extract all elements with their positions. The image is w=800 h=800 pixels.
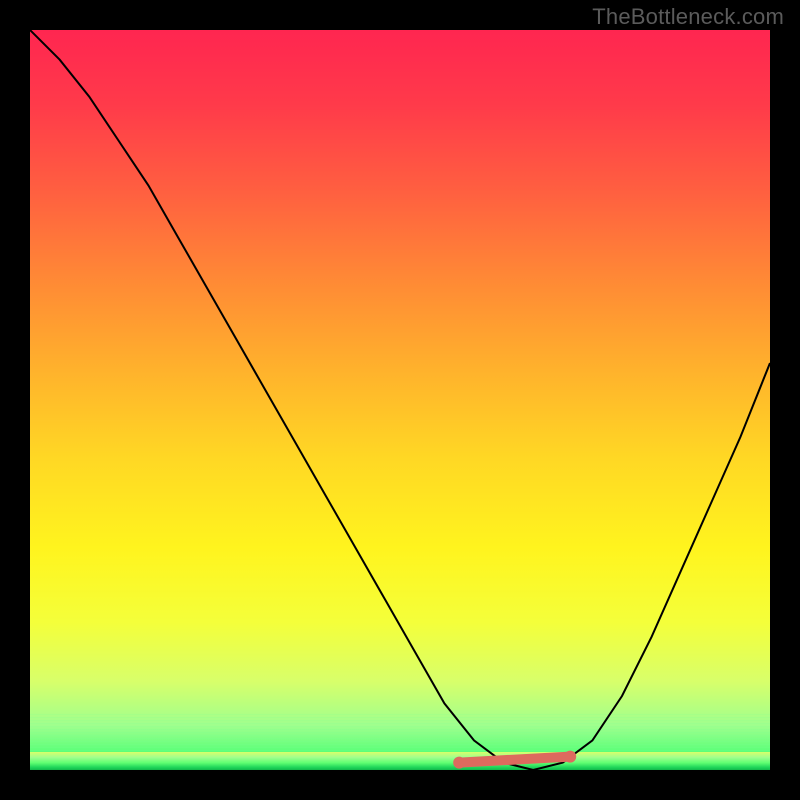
bottom-hatch xyxy=(30,712,770,752)
bottom-strip xyxy=(30,752,770,770)
watermark-text: TheBottleneck.com xyxy=(592,4,784,30)
chart-frame: TheBottleneck.com xyxy=(0,0,800,800)
chart-svg xyxy=(30,30,770,770)
plot-area xyxy=(30,30,770,770)
curve-path xyxy=(30,30,770,770)
